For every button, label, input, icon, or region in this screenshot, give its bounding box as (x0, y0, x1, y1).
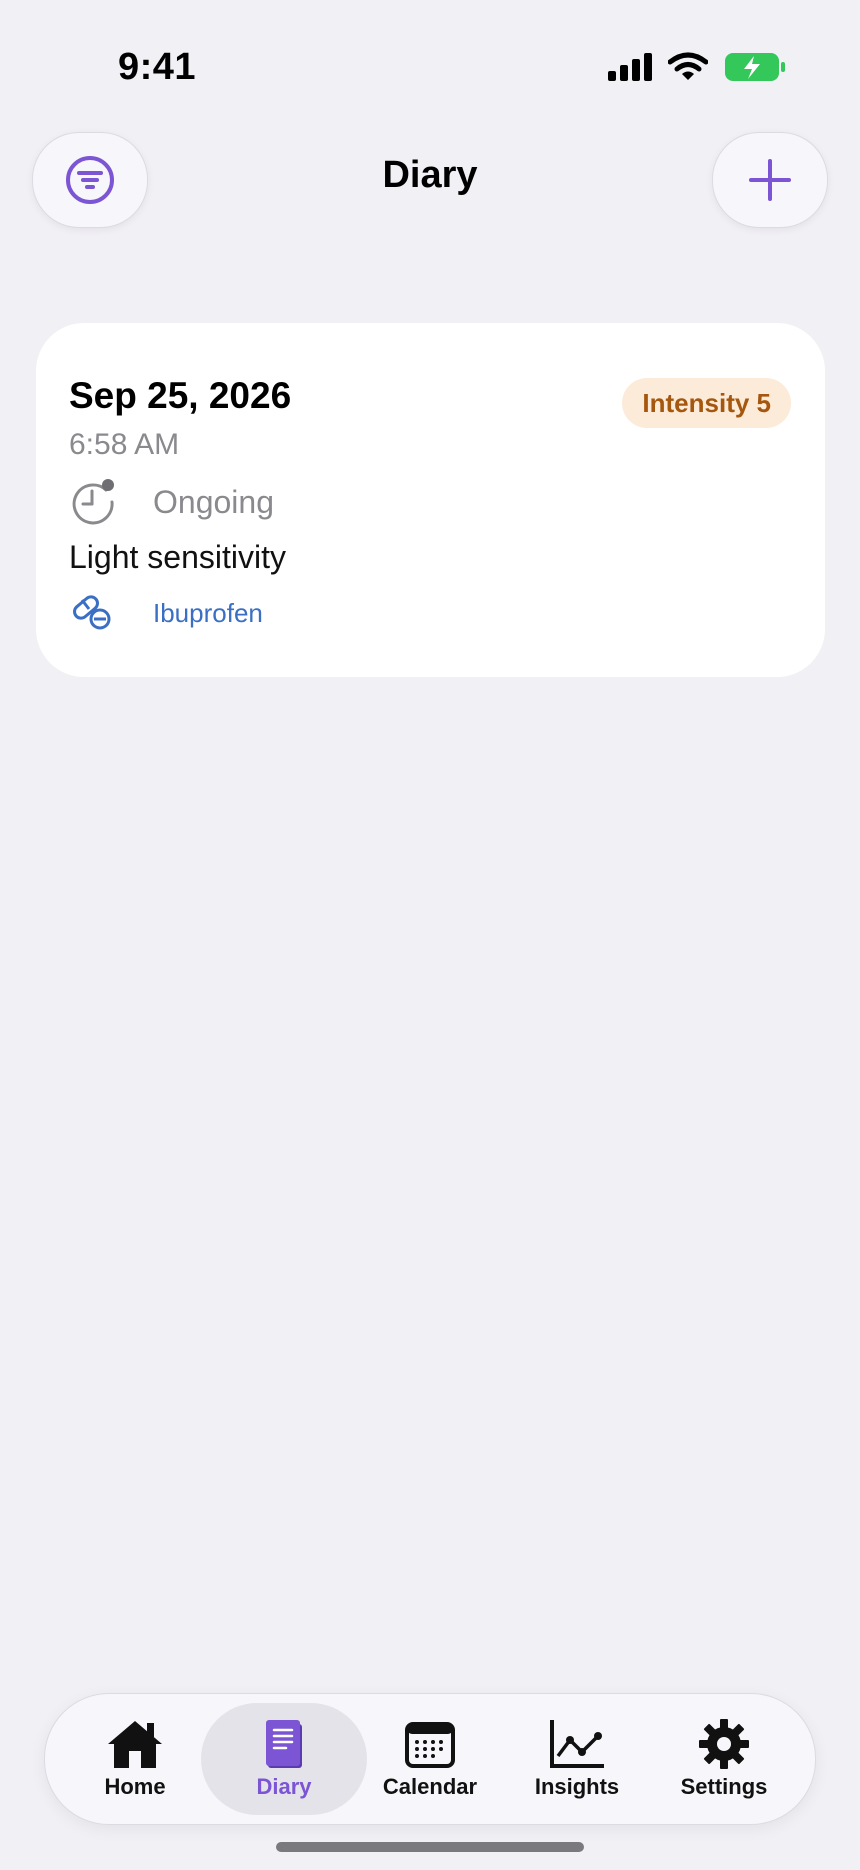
wifi-icon (668, 52, 708, 80)
gear-icon (699, 1719, 749, 1769)
tab-settings-label: Settings (680, 1774, 768, 1799)
tab-bar: Home Diary Calendar Insights Settings (44, 1693, 816, 1825)
tab-diary-label: Diary (256, 1774, 312, 1799)
entry-status: Ongoing (153, 483, 274, 520)
status-bar: 9:41 (0, 0, 860, 120)
book-icon (266, 1720, 302, 1768)
add-entry-button[interactable] (712, 132, 828, 228)
tab-diary[interactable]: Diary (214, 1694, 354, 1824)
status-icons (608, 52, 786, 82)
pill-icon (73, 595, 111, 630)
tab-insights-label: Insights (534, 1774, 620, 1799)
entry-symptom: Light sensitivity (69, 539, 286, 575)
chart-icon (550, 1720, 604, 1768)
battery-charging-icon (725, 53, 785, 81)
status-row: Ongoing (69, 478, 274, 526)
entry-medication: Ibuprofen (153, 597, 263, 628)
medication-row: Ibuprofen (69, 593, 263, 633)
intensity-badge: Intensity 5 (622, 378, 791, 428)
tab-home[interactable]: Home (65, 1694, 205, 1824)
house-icon (108, 1721, 162, 1768)
status-time: 9:41 (118, 46, 197, 88)
entry-time: 6:58 AM (69, 428, 180, 461)
tab-insights[interactable]: Insights (507, 1694, 647, 1824)
calendar-icon (405, 1722, 455, 1768)
tab-calendar-label: Calendar (382, 1774, 478, 1799)
tab-settings[interactable]: Settings (654, 1694, 794, 1824)
plus-icon (749, 159, 791, 201)
entry-date: Sep 25, 2026 (69, 375, 292, 416)
clock-icon (72, 479, 114, 525)
tab-calendar[interactable]: Calendar (360, 1694, 500, 1824)
cellular-signal-icon (608, 53, 652, 81)
home-indicator (276, 1842, 584, 1852)
diary-entry-card[interactable]: Sep 25, 2026 6:58 AM Intensity 5 Ongoing… (36, 323, 825, 677)
tab-home-label: Home (104, 1774, 166, 1799)
